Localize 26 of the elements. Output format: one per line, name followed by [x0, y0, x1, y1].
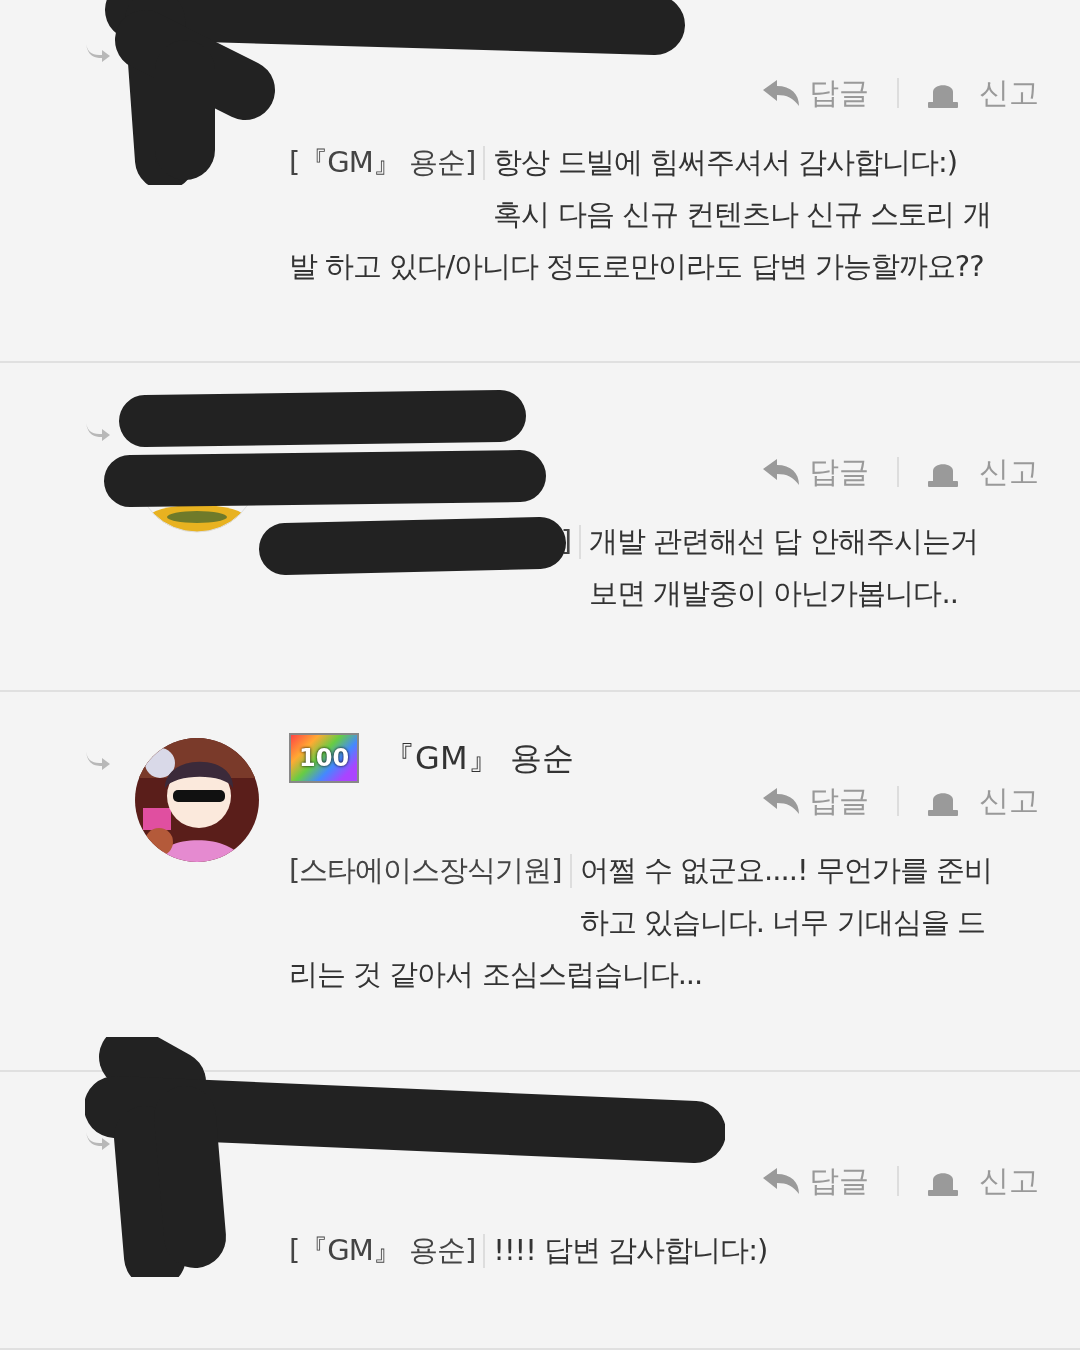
reply-icon — [761, 456, 801, 487]
reply-button[interactable]: 답글 — [761, 778, 869, 823]
comment-text-line: 발 하고 있다/아니다 정도로만이라도 답변 가능할까요?? — [289, 248, 984, 285]
comment-text-line: 보면 개발중이 아닌가봅니다.. — [589, 575, 958, 612]
comment-text-line: 리는 것 같아서 조심스럽습니다... — [289, 956, 703, 993]
reply-button[interactable]: 답글 — [761, 449, 869, 494]
author-name: 『GM』 용순 — [383, 738, 574, 779]
reply-button[interactable]: 답글 — [761, 70, 869, 115]
comment-text-line: 항상 드빌에 힘써주셔서 감사합니다:) — [493, 144, 958, 181]
comment-text-line: 하고 있습니다. 너무 기대심을 드 — [579, 904, 985, 941]
reply-icon — [761, 1165, 801, 1196]
report-button[interactable]: 신고 — [927, 778, 1039, 823]
comment-tag: [『GM』 용순] — [289, 136, 476, 188]
report-button[interactable]: 신고 — [927, 1158, 1039, 1203]
reply-icon — [761, 785, 801, 816]
report-button[interactable]: 신고 — [927, 70, 1039, 115]
comment-text-line: 어쩔 수 없군요....! 무언가를 준비 — [579, 852, 992, 889]
comment-text-line: 개발 관련해선 답 안해주시는거 — [589, 523, 978, 560]
reply-button[interactable]: 답글 — [761, 1158, 869, 1203]
comment-text-line: 혹시 다음 신규 컨텐츠나 신규 스토리 개 — [493, 196, 991, 233]
report-button[interactable]: 신고 — [927, 449, 1039, 494]
comment-tag: [『GM』 용순] — [289, 1224, 476, 1276]
reply-icon — [761, 77, 801, 108]
comment-text-line: !!!! 답변 감사합니다:) — [493, 1232, 768, 1269]
comment-tag: [스타에이스장식기원] — [289, 844, 562, 896]
reply-indent-icon — [84, 750, 112, 772]
